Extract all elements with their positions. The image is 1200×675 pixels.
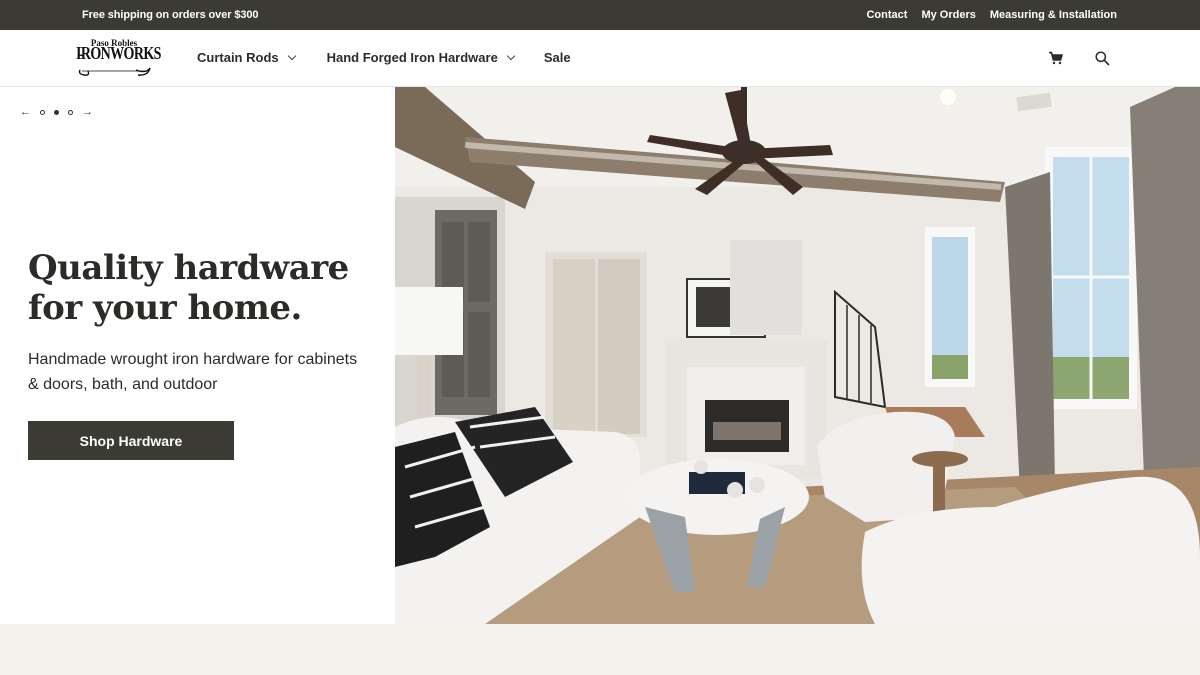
site-header: Paso Robles IRONWORKS Curtain Rods Hand … xyxy=(0,30,1200,87)
chevron-down-icon xyxy=(506,51,516,60)
nav-sale-label: Sale xyxy=(543,50,571,65)
shop-hardware-button[interactable]: Shop Hardware xyxy=(28,421,234,460)
cart-icon[interactable] xyxy=(1048,50,1064,66)
measuring-installation-link[interactable]: Measuring & Installation xyxy=(990,9,1117,21)
living-room-illustration xyxy=(395,87,1200,624)
prev-arrow-icon[interactable]: ← xyxy=(20,107,31,118)
contact-link[interactable]: Contact xyxy=(866,9,907,21)
hero-headline: Quality hardware for your home. xyxy=(28,248,368,328)
utility-links: Contact My Orders Measuring & Installati… xyxy=(866,9,1117,21)
nav-hand-forged-iron-hardware[interactable]: Hand Forged Iron Hardware xyxy=(326,50,516,65)
slide-dot-1[interactable] xyxy=(40,109,45,115)
slide-dot-2[interactable] xyxy=(54,109,59,115)
headline-line-1: Quality hardware xyxy=(28,248,349,288)
hero-text-panel: ← → Quality hardware for your home. Hand… xyxy=(0,87,395,624)
search-icon[interactable] xyxy=(1094,50,1110,66)
hero-section: ← → Quality hardware for your home. Hand… xyxy=(0,87,1200,624)
site-logo[interactable]: Paso Robles IRONWORKS xyxy=(76,38,161,78)
my-orders-link[interactable]: My Orders xyxy=(921,9,975,21)
next-arrow-icon[interactable]: → xyxy=(82,107,93,118)
slider-controls: ← → xyxy=(20,107,93,118)
free-shipping-promo: Free shipping on orders over $300 xyxy=(82,9,259,21)
chevron-down-icon xyxy=(287,51,296,60)
header-actions xyxy=(1048,50,1110,66)
living-room-photo xyxy=(395,87,1200,624)
headline-line-2: for your home. xyxy=(28,288,302,328)
main-nav: Curtain Rods Hand Forged Iron Hardware S… xyxy=(197,50,571,65)
announcement-bar: Free shipping on orders over $300 Contac… xyxy=(0,0,1200,30)
hero-subtext: Handmade wrought iron hardware for cabin… xyxy=(28,351,358,393)
slide-dot-3[interactable] xyxy=(68,109,73,115)
logo-swoosh-icon xyxy=(77,54,151,76)
nav-curtain-rods[interactable]: Curtain Rods xyxy=(197,50,296,65)
nav-sale[interactable]: Sale xyxy=(544,50,571,65)
nav-curtain-rods-label: Curtain Rods xyxy=(197,50,279,65)
nav-hand-forged-label: Hand Forged Iron Hardware xyxy=(326,50,498,65)
page-bottom-band xyxy=(0,624,1200,675)
